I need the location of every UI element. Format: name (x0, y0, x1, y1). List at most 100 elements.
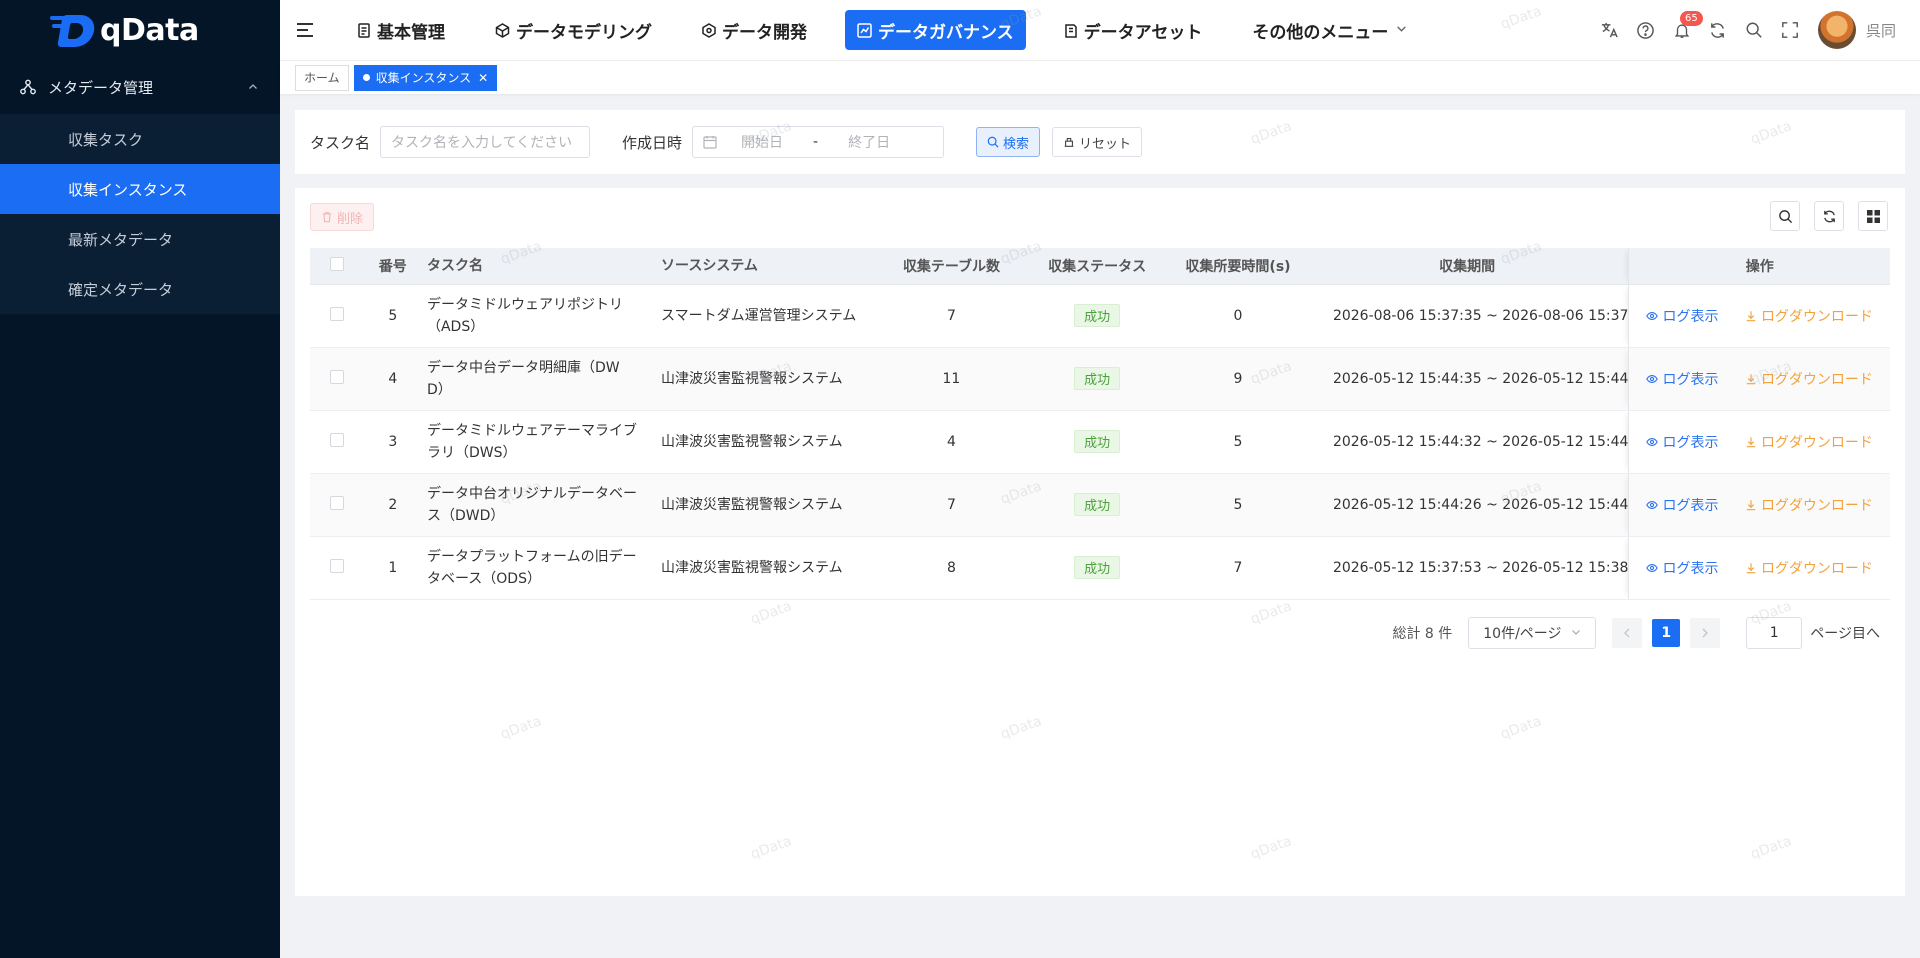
cell-operations: ログ表示 ログダウンロード (1628, 410, 1890, 474)
start-date-input[interactable]: 開始日 (741, 132, 783, 152)
table-toolbar: 削除 (295, 188, 1905, 244)
reset-icon (1064, 138, 1074, 147)
table-row: 1 データプラットフォームの旧デー タベース（ODS） 山津波災害監視警報システム… (310, 536, 1890, 600)
menu-group-label: メタデータ管理 (48, 78, 154, 97)
cell-status: 成功 (1024, 410, 1171, 474)
end-date-input[interactable]: 終了日 (848, 132, 890, 152)
status-badge: 成功 (1074, 430, 1121, 453)
cell-status: 成功 (1024, 284, 1171, 348)
translate-icon[interactable] (1600, 20, 1620, 40)
page-size-select[interactable]: 10件/ページ (1468, 617, 1597, 649)
table-search-icon[interactable] (1770, 201, 1800, 231)
nav-data-development[interactable]: データ開発 (690, 10, 819, 50)
cell-status: 成功 (1024, 536, 1171, 600)
cell-no: 2 (363, 473, 422, 537)
page-jump-input[interactable]: 1 (1746, 617, 1803, 649)
pagination: 総計 8 件 10件/ページ 1 1 ページ目へ (1392, 617, 1880, 649)
nav-data-modeling[interactable]: データモデリング (483, 10, 664, 50)
cell-operations: ログ表示 ログダウンロード (1628, 284, 1890, 348)
bell-icon[interactable]: 65 (1672, 11, 1703, 40)
table-row: 4 データ中台データ明細庫（DW D） 山津波災害監視警報システム 11 成功 9… (310, 347, 1890, 411)
eye-icon (1646, 311, 1659, 320)
view-log-link[interactable]: ログ表示 (1646, 495, 1718, 515)
reset-button[interactable]: リセット (1052, 127, 1143, 157)
nav-data-assets[interactable]: データアセット (1052, 10, 1215, 50)
task-name-input[interactable]: タスク名を入力してください (380, 126, 591, 158)
view-log-link[interactable]: ログ表示 (1646, 369, 1718, 389)
view-log-link[interactable]: ログ表示 (1646, 558, 1718, 578)
cell-duration: 0 (1170, 284, 1306, 348)
sidebar-item-collect-task[interactable]: 収集タスク (0, 114, 280, 164)
doc-icon (358, 22, 370, 38)
cell-no: 5 (363, 284, 422, 348)
next-page-button[interactable] (1690, 618, 1721, 648)
row-checkbox[interactable] (310, 284, 364, 348)
menu-toggle-icon[interactable] (297, 22, 315, 38)
download-icon (1746, 310, 1756, 321)
cell-source: 山津波災害監視警報システム (656, 410, 879, 474)
nav-more-menu[interactable]: その他のメニュー (1240, 10, 1425, 50)
book-icon (1064, 23, 1077, 38)
refresh-icon[interactable] (1708, 20, 1728, 40)
hexagon-icon (702, 22, 716, 38)
select-all-checkbox[interactable] (310, 248, 364, 285)
cell-task-name: データミドルウェアリポジトリ （ADS） (421, 284, 657, 348)
nav-basic-management[interactable]: 基本管理 (345, 10, 457, 50)
date-range-picker[interactable]: 開始日 - 終了日 (692, 126, 945, 158)
row-checkbox[interactable] (310, 347, 364, 411)
download-log-link[interactable]: ログダウンロード (1745, 558, 1873, 578)
column-settings-icon[interactable] (1858, 201, 1888, 231)
search-button[interactable]: 検索 (976, 127, 1041, 157)
col-header-period: 収集期間 (1305, 248, 1629, 285)
col-header-task-name: タスク名 (421, 248, 657, 285)
cell-no: 3 (363, 410, 422, 474)
delete-button[interactable]: 削除 (310, 203, 375, 231)
app-logo[interactable]: qData (0, 0, 280, 60)
prev-page-button[interactable] (1612, 618, 1643, 648)
cell-task-name: データミドルウェアテーマライブ ラリ（DWS） (421, 410, 657, 474)
avatar[interactable] (1817, 11, 1856, 49)
help-icon[interactable] (1636, 20, 1656, 40)
chevron-right-icon (1702, 628, 1709, 638)
download-icon (1746, 562, 1756, 573)
created-date-label: 作成日時 (622, 133, 683, 152)
tab-collect-instance[interactable]: 収集インスタンス ✕ (353, 64, 498, 91)
download-log-link[interactable]: ログダウンロード (1745, 369, 1873, 389)
col-header-no: 番号 (363, 248, 422, 285)
tab-home[interactable]: ホーム (295, 64, 349, 91)
page-number-current[interactable]: 1 (1652, 619, 1681, 647)
sidebar-item-latest-metadata[interactable]: 最新メタデータ (0, 214, 280, 264)
download-log-link[interactable]: ログダウンロード (1745, 495, 1873, 515)
download-log-link[interactable]: ログダウンロード (1745, 432, 1873, 452)
username[interactable]: 呉同 (1866, 20, 1896, 41)
row-checkbox[interactable] (310, 536, 364, 600)
cell-operations: ログ表示 ログダウンロード (1628, 473, 1890, 537)
cell-table-count: 7 (878, 284, 1025, 348)
nav-data-governance[interactable]: データガバナンス (845, 10, 1026, 50)
fullscreen-icon[interactable] (1780, 20, 1800, 40)
table-row: 3 データミドルウェアテーマライブ ラリ（DWS） 山津波災害監視警報システム 4… (310, 410, 1890, 474)
status-badge: 成功 (1074, 304, 1121, 327)
chevron-up-icon (248, 78, 258, 96)
row-checkbox[interactable] (310, 410, 364, 474)
view-log-link[interactable]: ログ表示 (1646, 432, 1718, 452)
col-header-status: 収集ステータス (1024, 248, 1171, 285)
submenu: 収集タスク 収集インスタンス 最新メタデータ 確定メタデータ (0, 114, 280, 314)
download-log-link[interactable]: ログダウンロード (1745, 306, 1873, 326)
app-name: qData (100, 12, 199, 48)
search-icon[interactable] (1744, 20, 1764, 40)
row-checkbox[interactable] (310, 473, 364, 537)
cell-period: 2026-05-12 15:44:35 ~ 2026-05-12 15:44 (1305, 347, 1629, 411)
search-panel: タスク名 タスク名を入力してください 作成日時 開始日 - 終了日 検索 リセッ… (295, 110, 1905, 174)
qdata-logo-icon (50, 12, 97, 48)
page-jump-label: ページ目へ (1810, 626, 1880, 642)
sidebar-item-collect-instance[interactable]: 収集インスタンス (0, 164, 280, 214)
table-header-row: 番号 タスク名 ソースシステム 収集テーブル数 収集ステータス 収集所要時間(s… (310, 248, 1890, 285)
menu-group-metadata[interactable]: メタデータ管理 (0, 60, 280, 114)
cell-no: 4 (363, 347, 422, 411)
col-header-duration: 収集所要時間(s) (1170, 248, 1306, 285)
table-refresh-icon[interactable] (1814, 201, 1844, 231)
sidebar-item-confirmed-metadata[interactable]: 確定メタデータ (0, 264, 280, 314)
view-log-link[interactable]: ログ表示 (1646, 306, 1718, 326)
close-icon[interactable]: ✕ (478, 71, 488, 85)
